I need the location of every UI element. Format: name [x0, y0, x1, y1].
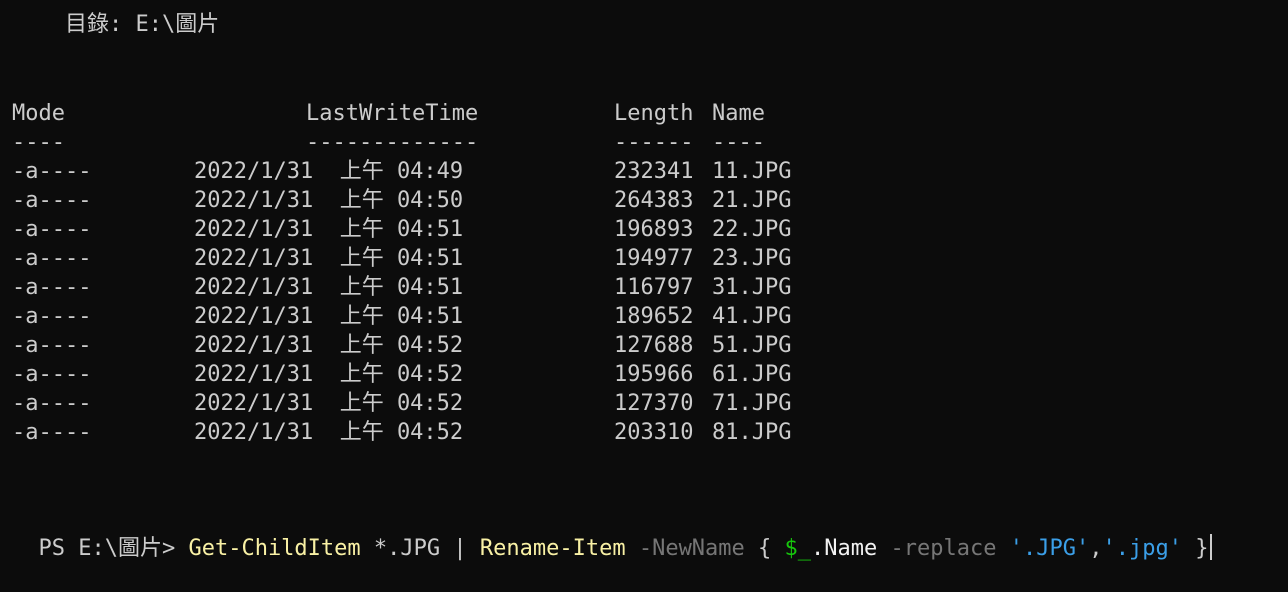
- row-name: 81.JPG: [712, 420, 792, 445]
- separator-name: ----: [712, 130, 765, 155]
- table-row: -a---- 2022/1/31 上午 04:52 127688 51.JPG: [12, 331, 791, 360]
- row-time: 2022/1/31 上午 04:49: [194, 159, 464, 184]
- column-header-name: Name: [712, 101, 765, 126]
- command-token: ,: [1089, 536, 1103, 561]
- row-time: 2022/1/31 上午 04:51: [194, 246, 464, 271]
- column-header-mode: Mode: [12, 101, 65, 126]
- command-token: '.JPG': [1009, 536, 1090, 561]
- row-mode: -a----: [12, 217, 92, 242]
- separator-lastwritetime: -------------: [306, 130, 479, 155]
- table-row: -a---- 2022/1/31 上午 04:51 189652 41.JPG: [12, 302, 791, 331]
- row-name: 31.JPG: [712, 275, 792, 300]
- separator-mode: ----: [12, 130, 65, 155]
- text-cursor: [1210, 534, 1213, 560]
- command-token: [997, 536, 1010, 561]
- row-name: 21.JPG: [712, 188, 792, 213]
- row-length: 116797: [614, 275, 694, 300]
- directory-header: 目錄: E:\圖片: [12, 12, 220, 37]
- table-row: -a---- 2022/1/31 上午 04:51 196893 22.JPG: [12, 215, 791, 244]
- row-name: 61.JPG: [712, 362, 792, 387]
- row-name: 11.JPG: [712, 159, 792, 184]
- row-time: 2022/1/31 上午 04:52: [194, 391, 464, 416]
- row-length: 203310: [614, 420, 694, 445]
- row-name: 23.JPG: [712, 246, 792, 271]
- row-name: 22.JPG: [712, 217, 792, 242]
- command-token: $_: [784, 536, 812, 561]
- command-token: -NewName: [638, 536, 745, 561]
- command-token: }: [1181, 536, 1209, 561]
- file-listing: -a---- 2022/1/31 上午 04:49 232341 11.JPG …: [12, 157, 791, 447]
- command-token: *.JPG |: [360, 536, 480, 561]
- table-row: -a---- 2022/1/31 上午 04:51 116797 31.JPG: [12, 273, 791, 302]
- table-row: -a---- 2022/1/31 上午 04:52 203310 81.JPG: [12, 418, 791, 447]
- table-row: -a---- 2022/1/31 上午 04:50 264383 21.JPG: [12, 186, 791, 215]
- command-token: Rename-Item: [479, 536, 626, 561]
- row-length: 196893: [614, 217, 694, 242]
- command-token: {: [744, 536, 785, 561]
- row-time: 2022/1/31 上午 04:50: [194, 188, 464, 213]
- row-time: 2022/1/31 上午 04:51: [194, 217, 464, 242]
- row-mode: -a----: [12, 391, 92, 416]
- column-header-length: Length: [614, 101, 694, 126]
- command-token: '.jpg': [1102, 536, 1182, 561]
- row-time: 2022/1/31 上午 04:52: [194, 362, 464, 387]
- command-token: [626, 536, 639, 561]
- table-row: -a---- 2022/1/31 上午 04:49 232341 11.JPG: [12, 157, 791, 186]
- table-row: -a---- 2022/1/31 上午 04:52 195966 61.JPG: [12, 360, 791, 389]
- row-name: 41.JPG: [712, 304, 792, 329]
- row-length: 264383: [614, 188, 694, 213]
- command-token: Get-ChildItem: [188, 536, 361, 561]
- row-name: 71.JPG: [712, 391, 792, 416]
- row-mode: -a----: [12, 159, 92, 184]
- row-mode: -a----: [12, 188, 92, 213]
- table-header: Mode LastWriteTime Length Name: [12, 99, 765, 128]
- separator-length: ------: [614, 130, 694, 155]
- command-prompt-line[interactable]: PS E:\圖片> Get-ChildItem *.JPG | Rename-I…: [12, 505, 1213, 561]
- row-time: 2022/1/31 上午 04:52: [194, 333, 464, 358]
- row-mode: -a----: [12, 362, 92, 387]
- row-length: 127370: [614, 391, 694, 416]
- row-length: 232341: [614, 159, 694, 184]
- row-time: 2022/1/31 上午 04:51: [194, 304, 464, 329]
- row-mode: -a----: [12, 304, 92, 329]
- row-time: 2022/1/31 上午 04:51: [194, 275, 464, 300]
- row-length: 189652: [614, 304, 694, 329]
- row-mode: -a----: [12, 275, 92, 300]
- prompt-prefix: PS E:\圖片>: [38, 536, 189, 561]
- row-length: 195966: [614, 362, 694, 387]
- row-length: 127688: [614, 333, 694, 358]
- command-token: -replace: [890, 536, 997, 561]
- row-length: 194977: [614, 246, 694, 271]
- row-mode: -a----: [12, 420, 92, 445]
- table-row: -a---- 2022/1/31 上午 04:51 194977 23.JPG: [12, 244, 791, 273]
- row-mode: -a----: [12, 246, 92, 271]
- table-row: -a---- 2022/1/31 上午 04:52 127370 71.JPG: [12, 389, 791, 418]
- row-name: 51.JPG: [712, 333, 792, 358]
- row-mode: -a----: [12, 333, 92, 358]
- table-header-separator: ---- ------------- ------ ----: [12, 128, 765, 157]
- column-header-lastwritetime: LastWriteTime: [306, 101, 479, 126]
- command-token: .Name: [811, 536, 891, 561]
- row-time: 2022/1/31 上午 04:52: [194, 420, 464, 445]
